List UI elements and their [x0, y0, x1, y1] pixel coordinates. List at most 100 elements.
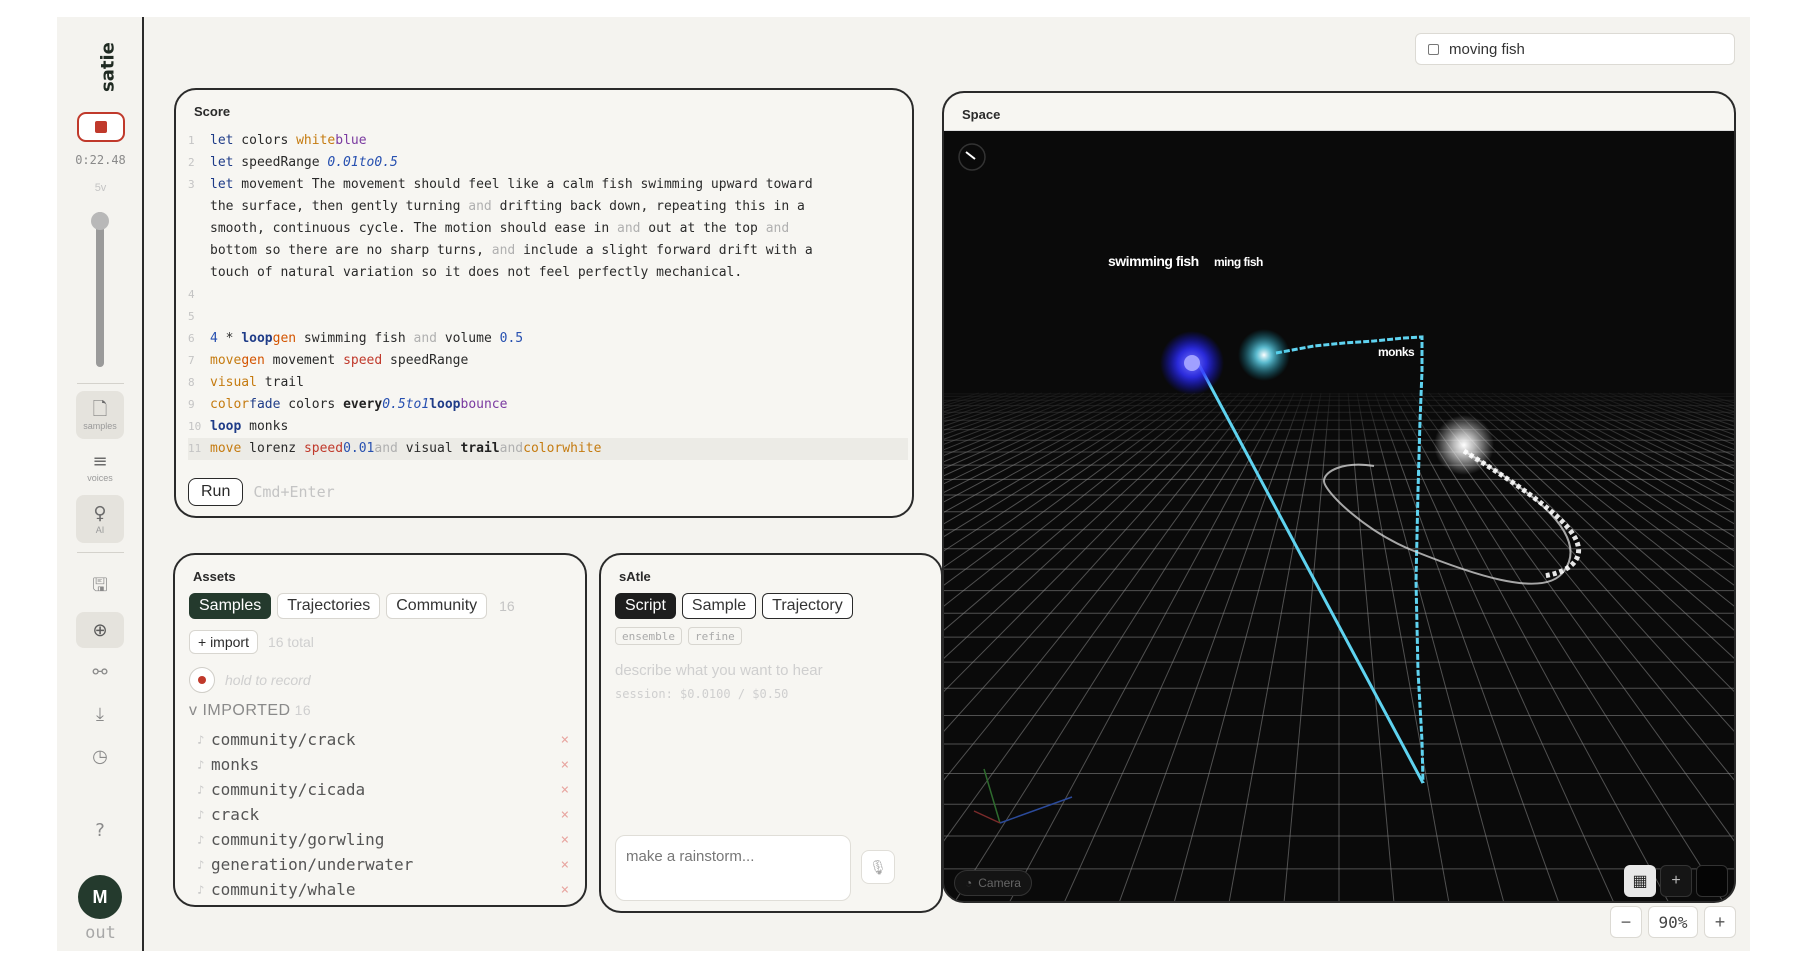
zoom-in-button[interactable]: +: [1704, 906, 1736, 938]
help-icon[interactable]: ?: [76, 812, 124, 848]
tab-script[interactable]: Script: [615, 593, 676, 619]
space-panel: Space swimming fish ming fish monks ◔ Ca…: [942, 91, 1736, 903]
3d-scene-viewport[interactable]: [944, 131, 1734, 903]
grid-view-button[interactable]: ▦: [1624, 865, 1656, 897]
sound-source-monks[interactable]: [1434, 415, 1494, 475]
tab-sample[interactable]: Sample: [681, 593, 757, 619]
list-item[interactable]: ♪ generation/underwater ×: [197, 852, 569, 877]
sidebar-divider: [77, 383, 124, 384]
tab-samples[interactable]: Samples: [189, 593, 272, 619]
assets-count: 16: [499, 598, 515, 614]
download-icon[interactable]: ⤓: [76, 696, 124, 732]
remove-icon[interactable]: ×: [561, 882, 569, 898]
zoom-controls: − 90% +: [1610, 906, 1736, 938]
code-line: smooth, continuous cycle. The motion sho…: [210, 221, 790, 236]
save-icon[interactable]: 🖫: [76, 570, 124, 606]
sidebar: satie 0:22.48 5v 🗋 samples ≡ voices ♀ AI…: [57, 17, 144, 951]
list-item[interactable]: ♪ community/cicada ×: [197, 777, 569, 802]
music-note-icon: ♪: [197, 832, 205, 847]
clock-icon[interactable]: ◷: [76, 738, 124, 774]
app-window: satie 0:22.48 5v 🗋 samples ≡ voices ♀ AI…: [57, 17, 1750, 951]
code-editor[interactable]: 1 let colors white blue 2 let speedRange 0…: [188, 130, 908, 460]
prompt-input[interactable]: make a rainstorm...: [615, 835, 851, 901]
asset-name: community/whale: [211, 880, 356, 899]
score-panel: Score 1 let colors white blue 2 let speedR…: [174, 88, 914, 518]
music-note-icon: ♪: [197, 882, 205, 897]
list-item[interactable]: ♪ monks ×: [197, 752, 569, 777]
session-cost: session: $0.0100 / $0.50: [615, 687, 789, 701]
remove-icon[interactable]: ×: [561, 857, 569, 873]
remove-icon[interactable]: ×: [561, 832, 569, 848]
remove-icon[interactable]: ×: [561, 732, 569, 748]
remove-icon[interactable]: ×: [561, 757, 569, 773]
microphone-icon: 🎙: [869, 858, 887, 875]
asset-name: community/cicada: [211, 780, 366, 799]
code-line: 64 * loop gen swimming fish and volume 0…: [188, 331, 524, 346]
code-line: 3 let movement The movement should feel l…: [188, 177, 813, 192]
globe-icon[interactable]: ⊕: [76, 612, 124, 648]
chip-refine[interactable]: refine: [687, 627, 742, 645]
asset-name: generation/underwater: [211, 855, 414, 874]
assets-panel: Assets Samples Trajectories Community 16…: [173, 553, 587, 907]
avatar[interactable]: M: [78, 875, 122, 919]
record-button[interactable]: [189, 667, 215, 693]
list-item[interactable]: ♪ community/crack ×: [197, 727, 569, 752]
list-item[interactable]: ♪ crack ×: [197, 802, 569, 827]
code-line: 7 move gen movement speed speedRange: [188, 353, 469, 368]
imported-count: 16: [294, 702, 312, 718]
run-button[interactable]: Run: [188, 478, 244, 506]
stop-button[interactable]: [77, 112, 125, 142]
code-line: 11 move lorenz speed 0.01 and visual tra…: [188, 438, 908, 460]
chip-ensemble[interactable]: ensemble: [615, 627, 682, 645]
list-item[interactable]: ♪ community/gorwling ×: [197, 827, 569, 852]
checkbox-icon: [1428, 43, 1439, 55]
sidebar-item-ai[interactable]: ♀ AI: [76, 495, 124, 543]
sidebar-item-label: samples: [83, 420, 117, 431]
code-line: 4: [188, 288, 195, 301]
tab-trajectory[interactable]: Trajectory: [762, 593, 853, 619]
link-icon[interactable]: ⚯: [76, 654, 124, 690]
output-label[interactable]: out: [57, 923, 144, 943]
volume-slider[interactable]: [91, 212, 109, 367]
run-row: Run Cmd+Enter: [188, 478, 335, 506]
zoom-out-button[interactable]: −: [1610, 906, 1642, 938]
remove-icon[interactable]: ×: [561, 782, 569, 798]
sidebar-item-samples[interactable]: 🗋 samples: [76, 391, 124, 439]
code-line: bottom so there are no sharp turns, and …: [210, 243, 813, 258]
sidebar-item-voices[interactable]: ≡ voices: [76, 443, 124, 491]
mode-chips: ensemble refine: [615, 627, 742, 645]
remove-icon[interactable]: ×: [561, 807, 569, 823]
grid-icon: ▦: [1632, 873, 1648, 890]
sidebar-item-label: voices: [87, 472, 113, 483]
camera-button[interactable]: ◔ Camera: [954, 870, 1032, 896]
search-input[interactable]: moving fish: [1415, 33, 1735, 65]
code-line: 9 color fade colors every 0.5to1 loop bo…: [188, 397, 508, 412]
bulb-icon: ♀: [93, 502, 107, 524]
volume-slider-knob[interactable]: [91, 212, 109, 230]
sound-source-fish-a-core[interactable]: [1184, 355, 1200, 371]
list-icon: ≡: [92, 450, 108, 472]
asset-name: monks: [211, 755, 260, 774]
list-item[interactable]: ♪ community/whale ×: [197, 877, 569, 902]
run-shortcut-hint: Cmd+Enter: [253, 483, 335, 501]
code-line: 1 let colors white blue: [188, 133, 367, 148]
sound-source-fish-b[interactable]: [1238, 329, 1290, 381]
stop-icon: [95, 121, 107, 133]
asset-name: community/gorwling: [211, 830, 385, 849]
music-note-icon: ♪: [197, 857, 205, 872]
tab-trajectories[interactable]: Trajectories: [277, 593, 381, 619]
source-label-monks: monks: [1378, 345, 1415, 359]
import-button[interactable]: + import: [189, 630, 258, 654]
code-line: 2 let speedRange 0.01to0.5: [188, 155, 398, 170]
add-source-button[interactable]: +: [1660, 865, 1692, 897]
satie-tabs: Script Sample Trajectory: [615, 593, 853, 619]
tab-community[interactable]: Community: [386, 593, 488, 619]
record-icon: [198, 676, 206, 684]
horizon-fade: [944, 379, 1734, 469]
asset-list: ♪ community/crack × ♪ monks × ♪ community/cic…: [197, 727, 569, 902]
camera-icon: ◔: [965, 876, 973, 890]
imported-section-header[interactable]: v IMPORTED 16: [189, 702, 311, 720]
color-swatch-button[interactable]: [1696, 865, 1728, 897]
microphone-button[interactable]: 🎙: [861, 850, 895, 884]
space-header: [944, 93, 1734, 131]
